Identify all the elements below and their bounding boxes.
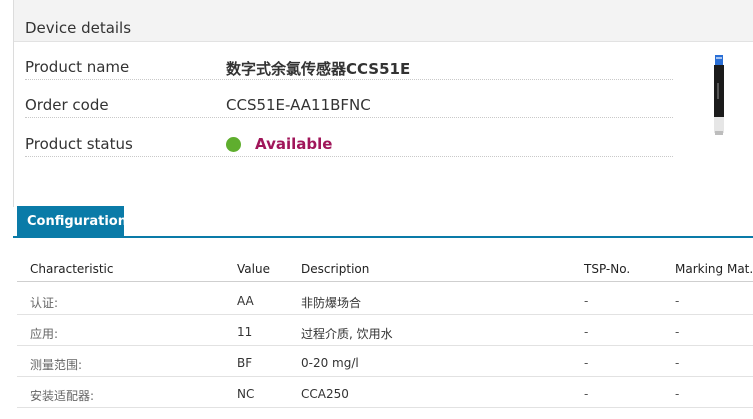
- column-header-description: Description: [301, 262, 370, 276]
- cell-characteristic: 认证:: [30, 296, 59, 310]
- product-name-label: Product name: [25, 58, 130, 76]
- cell-description: CCA250: [301, 387, 349, 401]
- column-header-value: Value: [237, 262, 270, 276]
- product-name-row: Product name 数字式余氯传感器CCS51E: [25, 42, 673, 80]
- cell-characteristic: 测量范围:: [30, 358, 83, 372]
- product-name-value: 数字式余氯传感器CCS51E: [226, 60, 411, 78]
- table-row: 测量范围: BF 0-20 mg/l - -: [17, 346, 753, 377]
- cell-tsp-no: -: [584, 294, 589, 308]
- cell-tsp-no: -: [584, 356, 589, 370]
- cell-characteristic: 应用:: [30, 327, 59, 341]
- cell-description: 0-20 mg/l: [301, 356, 359, 370]
- tab-configuration[interactable]: Configuration: [17, 206, 127, 236]
- cell-marking-mat: -: [675, 325, 680, 339]
- table-row: 应用: 11 过程介质, 饮用水 - -: [17, 315, 753, 346]
- product-status-label: Product status: [25, 135, 133, 153]
- device-details-panel: Device details Product name 数字式余氯传感器CCS5…: [13, 0, 753, 207]
- order-code-row: Order code CCS51E-AA11BFNC: [25, 80, 673, 118]
- table-row: 认证: AA 非防爆场合 - -: [17, 284, 753, 315]
- status-indicator-icon: [226, 137, 241, 152]
- cell-value: NC: [237, 387, 255, 401]
- column-header-characteristic: Characteristic: [30, 262, 114, 276]
- cell-value: 11: [237, 325, 253, 339]
- cell-characteristic: 安装适配器:: [30, 389, 95, 403]
- table-header-row: Characteristic Value Description TSP-No.…: [17, 252, 753, 282]
- order-code-value: CCS51E-AA11BFNC: [226, 96, 371, 114]
- cell-marking-mat: -: [675, 387, 680, 401]
- product-status-value: Available: [255, 135, 333, 153]
- cell-description: 非防爆场合: [301, 296, 362, 310]
- cell-marking-mat: -: [675, 294, 680, 308]
- device-details-title: Device details: [25, 19, 132, 37]
- cell-tsp-no: -: [584, 325, 589, 339]
- cell-description: 过程介质, 饮用水: [301, 327, 393, 341]
- column-header-marking-mat: Marking Mat.: [675, 262, 753, 276]
- product-image: [714, 55, 724, 135]
- order-code-label: Order code: [25, 96, 109, 114]
- cell-marking-mat: -: [675, 356, 680, 370]
- column-header-tsp-no: TSP-No.: [584, 262, 631, 276]
- cell-value: BF: [237, 356, 253, 370]
- table-row: 安装适配器: NC CCA250 - -: [17, 377, 753, 408]
- cell-tsp-no: -: [584, 387, 589, 401]
- device-details-header: Device details: [14, 0, 753, 42]
- configuration-divider: [13, 236, 753, 238]
- cell-value: AA: [237, 294, 254, 308]
- product-status-row: Product status Available: [25, 119, 673, 157]
